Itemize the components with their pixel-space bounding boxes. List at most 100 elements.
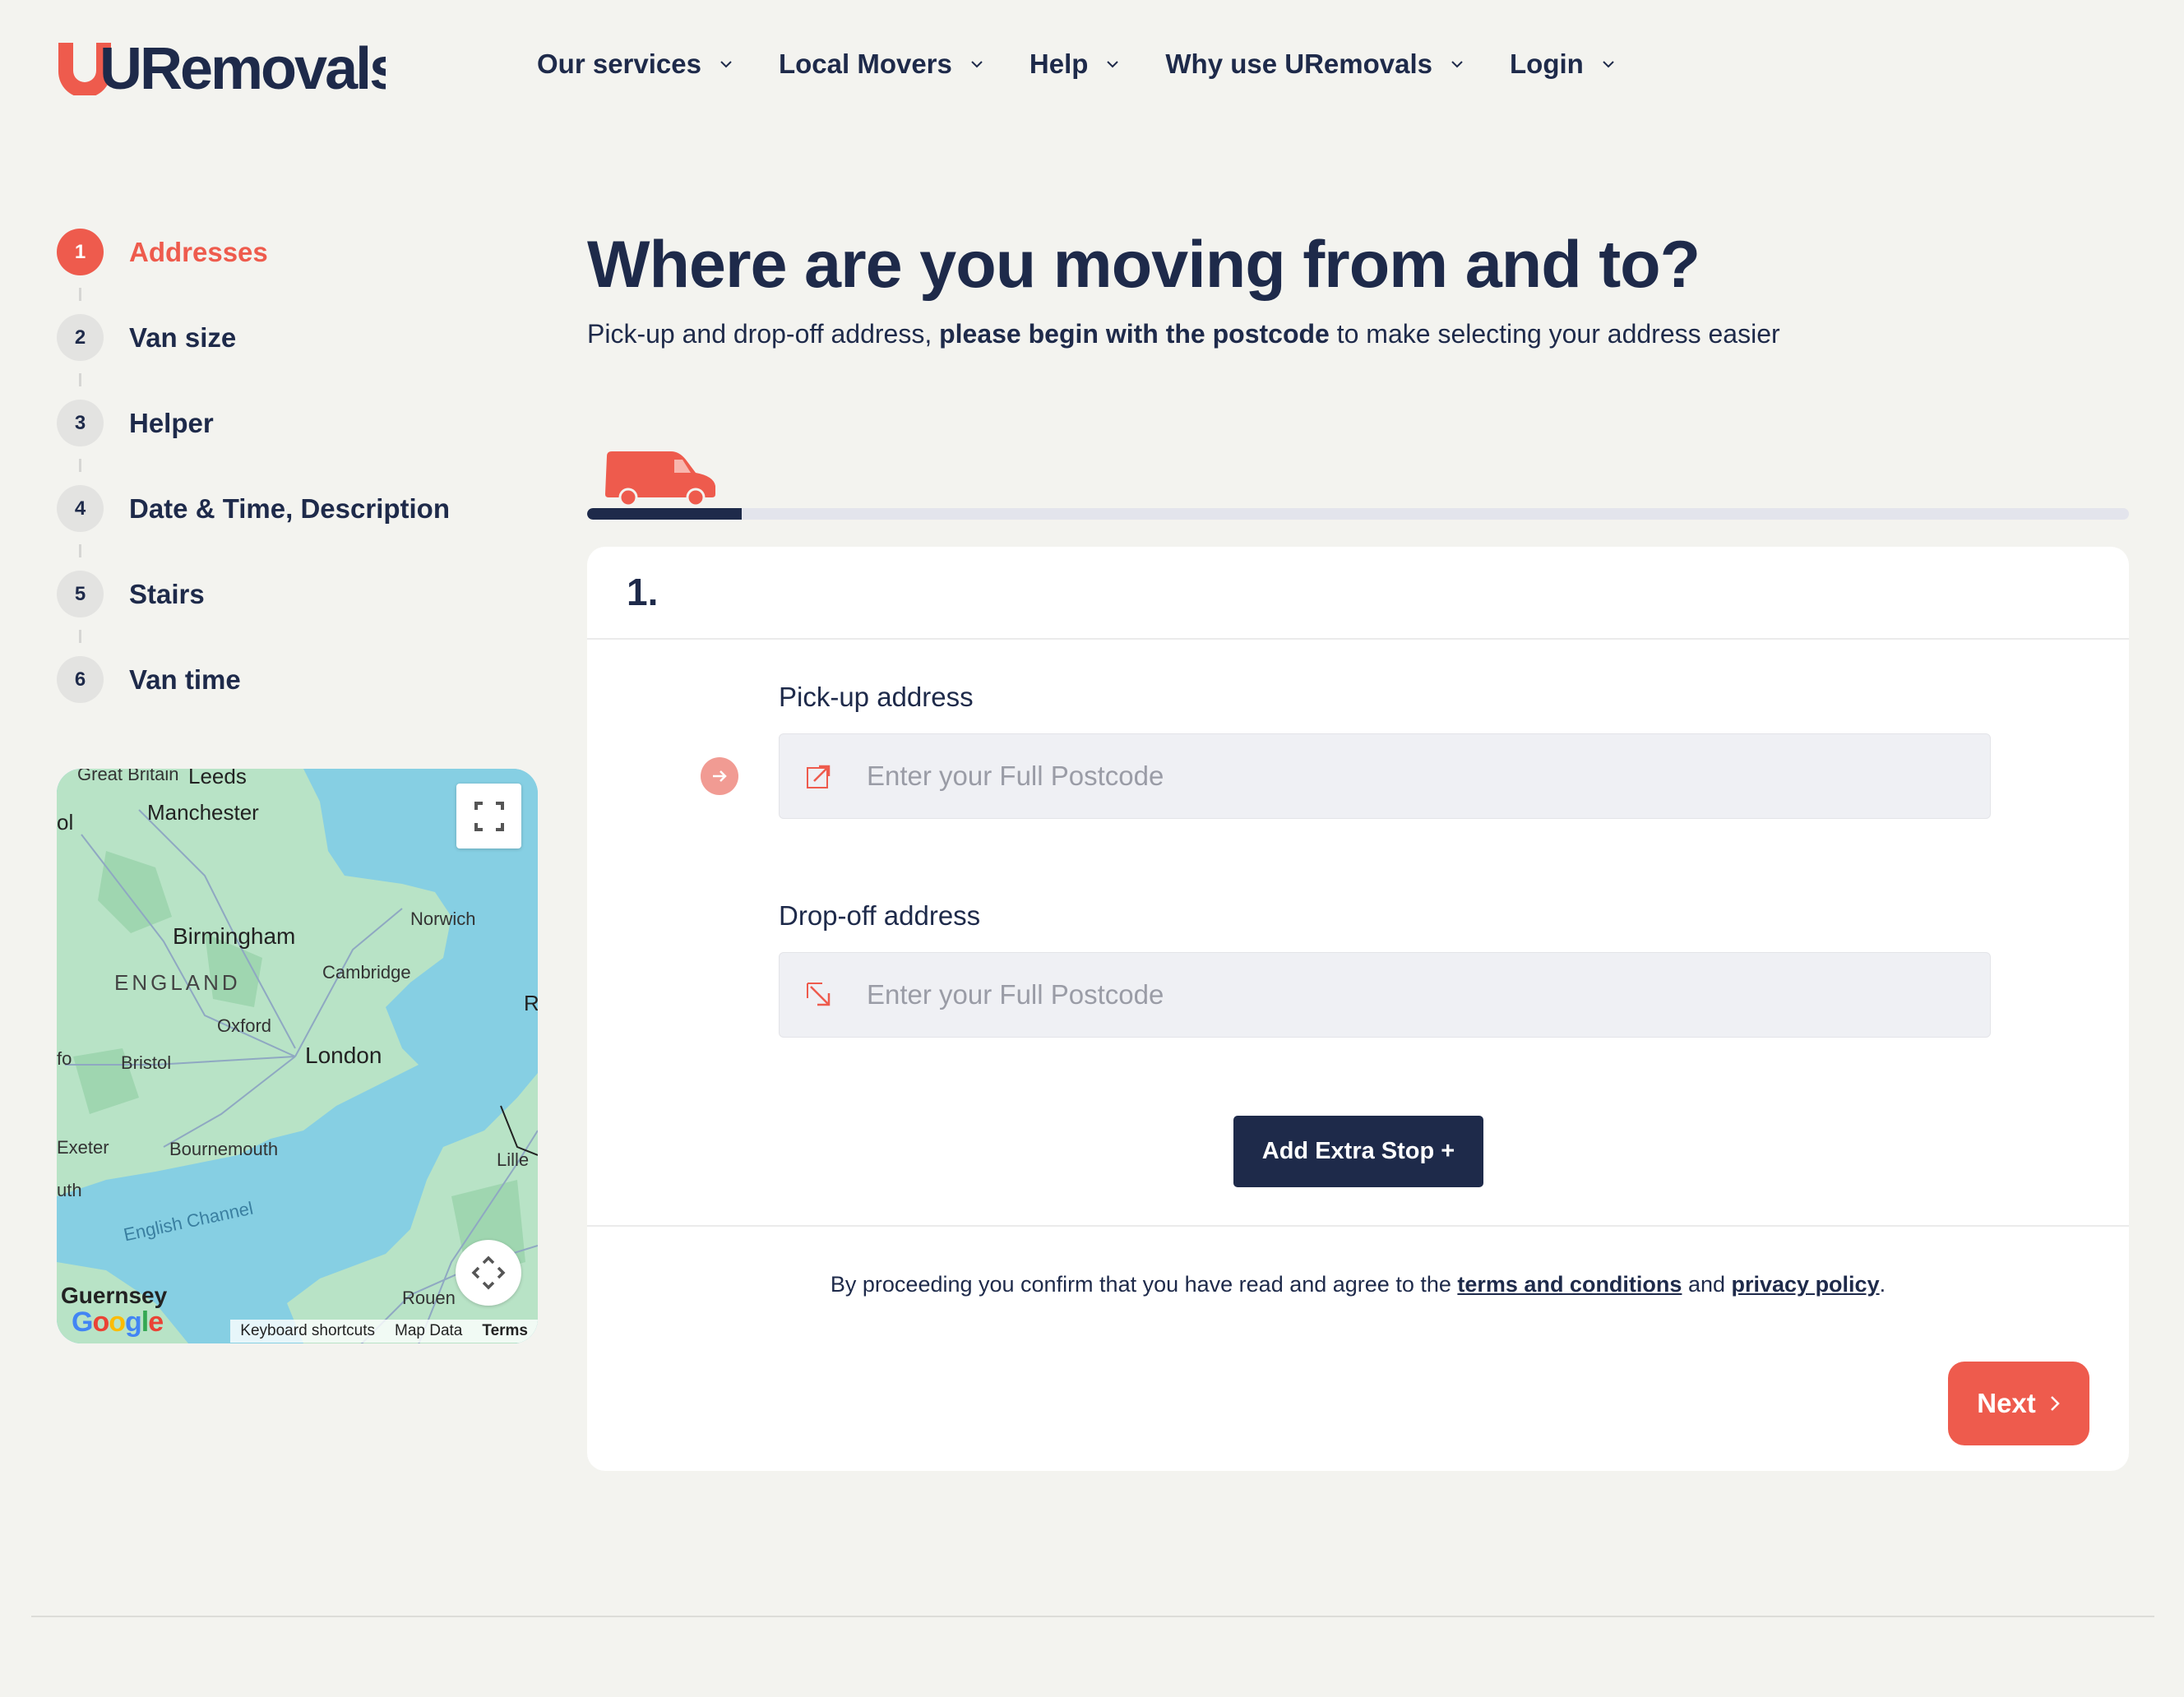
subtitle-emphasis: please begin with the postcode (939, 319, 1330, 349)
step-label: Helper (129, 408, 214, 438)
map-label-lille: Lille (497, 1149, 530, 1170)
map-label-manchester: Manchester (147, 800, 259, 825)
nav-login[interactable]: Login (1510, 49, 1617, 80)
map-label-partial-uth: uth (57, 1180, 82, 1200)
consent-mid: and (1682, 1272, 1732, 1297)
fullscreen-button[interactable] (456, 784, 521, 848)
map-label-great-britain: Great Britain (77, 769, 179, 784)
next-button[interactable]: Next (1948, 1362, 2089, 1445)
keyboard-shortcuts-link[interactable]: Keyboard shortcuts (230, 1320, 385, 1343)
dropoff-label: Drop-off address (779, 900, 981, 931)
dropoff-postcode-input[interactable] (867, 979, 1936, 1010)
dropoff-arrow-icon (807, 983, 831, 1006)
nav-help[interactable]: Help (1030, 49, 1122, 80)
logo-wordmark: URemovals (58, 38, 386, 95)
pickup-field[interactable] (779, 733, 1991, 819)
chevron-down-icon (1451, 61, 1463, 68)
step-label: Addresses (129, 237, 268, 267)
step-number: 1 (57, 229, 104, 275)
address-card: 1. Pick-up address Drop-off address Add … (587, 547, 2129, 1471)
pickup-arrow-icon (807, 765, 831, 788)
step-addresses[interactable]: 1 Addresses (57, 229, 517, 314)
map-label-bournemouth: Bournemouth (169, 1139, 279, 1159)
page-subtitle: Pick-up and drop-off address, please beg… (587, 319, 1780, 349)
next-label: Next (1977, 1388, 2036, 1418)
map-label-bristol: Bristol (121, 1052, 172, 1073)
consent-post: . (1879, 1272, 1886, 1297)
map-terms-link[interactable]: Terms (472, 1320, 538, 1343)
van-icon (605, 451, 715, 507)
nav-label: Our services (537, 49, 701, 79)
map-label-birmingham: Birmingham (173, 923, 296, 949)
step-label: Date & Time, Description (129, 493, 450, 524)
progress-bar (587, 508, 2129, 520)
map-label-oxford: Oxford (217, 1015, 272, 1036)
map-label-rouen: Rouen (402, 1288, 456, 1308)
step-label: Van size (129, 322, 237, 353)
add-extra-stop-button[interactable]: Add Extra Stop + (1233, 1116, 1483, 1187)
uremovals-logo[interactable]: URemovals (57, 38, 386, 95)
step-van-time[interactable]: 6 Van time (57, 656, 517, 742)
page-title: Where are you moving from and to? (587, 228, 1700, 302)
step-stairs[interactable]: 5 Stairs (57, 571, 517, 656)
map-label-leeds: Leeds (188, 769, 247, 788)
arrow-right-icon (701, 757, 738, 795)
step-number: 3 (57, 400, 104, 446)
nav-why-use-uremovals[interactable]: Why use URemovals (1165, 49, 1465, 80)
subtitle-text-end: to make selecting your address easier (1329, 319, 1780, 349)
logo-text: URemovals (99, 38, 386, 95)
dropoff-field[interactable] (779, 952, 1991, 1038)
card-divider (587, 1225, 2129, 1227)
nav-label: Why use URemovals (1165, 49, 1433, 79)
main-nav: Our services Local Movers Help Why use U… (537, 39, 1661, 89)
progress-fill (587, 508, 742, 520)
step-connector (79, 288, 81, 301)
map-label-partial-ol: ol (57, 810, 74, 835)
step-connector (79, 459, 81, 472)
map-label-partial-fo: fo (57, 1048, 72, 1069)
route-map[interactable]: Great Britain Leeds Manchester ol Birmin… (57, 769, 538, 1343)
chevron-down-icon (1603, 61, 1614, 68)
map-attribution: Keyboard shortcuts Map Data Terms (57, 1319, 538, 1343)
step-label: Stairs (129, 579, 205, 609)
nav-label: Help (1029, 49, 1089, 79)
nav-label: Local Movers (778, 49, 952, 79)
step-number: 5 (57, 571, 104, 617)
card-divider (587, 638, 2129, 640)
step-van-size[interactable]: 2 Van size (57, 314, 517, 400)
card-step-number: 1. (627, 571, 659, 613)
chevron-down-icon (720, 61, 732, 68)
step-number: 2 (57, 314, 104, 361)
footer-divider (31, 1616, 2154, 1617)
subtitle-text: Pick-up and drop-off address, (587, 319, 940, 349)
map-camera-control-button[interactable] (456, 1240, 521, 1306)
step-label: Van time (129, 664, 241, 695)
map-label-guernsey: Guernsey (61, 1283, 168, 1308)
map-data-link[interactable]: Map Data (385, 1320, 473, 1343)
nav-label: Login (1510, 49, 1584, 79)
consent-pre: By proceeding you confirm that you have … (830, 1272, 1458, 1297)
map-label-cambridge: Cambridge (322, 962, 411, 983)
pan-arrows-icon (471, 1255, 506, 1290)
chevron-down-icon (1107, 61, 1119, 68)
step-date-time[interactable]: 4 Date & Time, Description (57, 485, 517, 571)
step-helper[interactable]: 3 Helper (57, 400, 517, 485)
chevron-down-icon (971, 61, 983, 68)
step-connector (79, 544, 81, 557)
map-label-partial-r: R (524, 991, 538, 1015)
progress-steps: 1 Addresses 2 Van size 3 Helper 4 Date &… (57, 229, 517, 742)
fullscreen-icon (474, 801, 504, 831)
consent-text: By proceeding you confirm that you have … (587, 1272, 2129, 1297)
nav-our-services[interactable]: Our services (537, 49, 734, 80)
pickup-postcode-input[interactable] (867, 761, 1936, 792)
pickup-label: Pick-up address (779, 682, 974, 712)
chevron-right-icon (2050, 1396, 2060, 1411)
terms-link[interactable]: terms and conditions (1457, 1272, 1682, 1297)
privacy-link[interactable]: privacy policy (1732, 1272, 1880, 1297)
step-number: 6 (57, 656, 104, 703)
step-number: 4 (57, 485, 104, 532)
step-connector (79, 630, 81, 643)
step-connector (79, 373, 81, 386)
nav-local-movers[interactable]: Local Movers (779, 49, 985, 80)
map-label-exeter: Exeter (57, 1137, 109, 1158)
